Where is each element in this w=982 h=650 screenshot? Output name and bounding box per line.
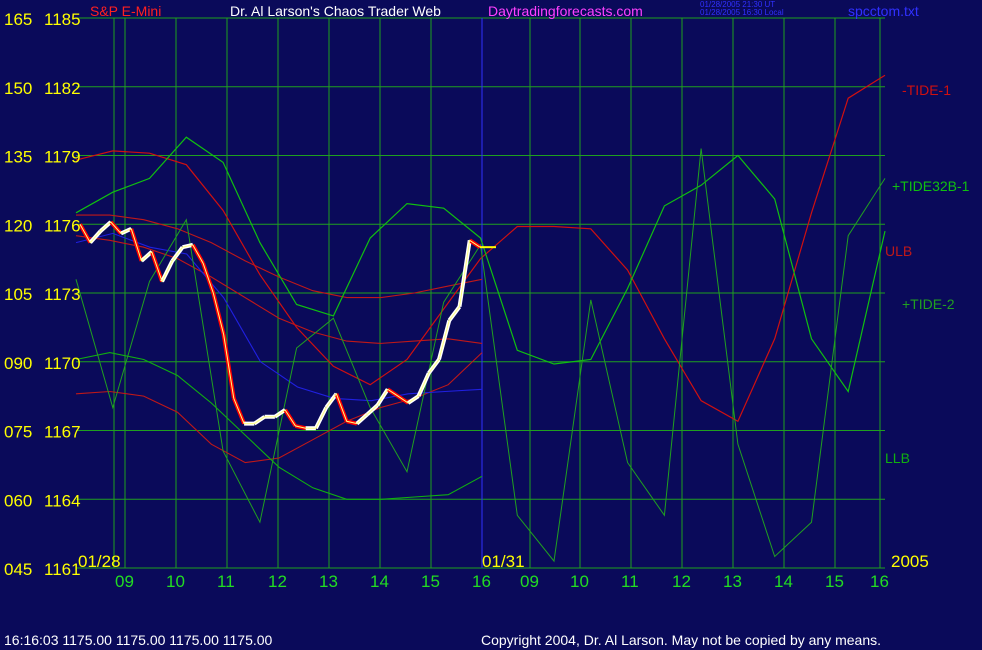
legend-label: +TIDE32B-1 xyxy=(892,178,970,194)
chart-grid xyxy=(76,17,885,569)
date-label: 01/31 xyxy=(482,552,525,571)
average-line xyxy=(75,232,483,402)
legend-label: LLB xyxy=(885,450,910,466)
date-label: 01/28 xyxy=(78,552,121,571)
y-label-left: 045 xyxy=(4,560,32,579)
x-hour-label: 12 xyxy=(268,572,287,591)
x-hour-label: 13 xyxy=(723,572,742,591)
y-label-left: 120 xyxy=(4,216,32,235)
tide-lines xyxy=(75,74,886,563)
y-label-left: 150 xyxy=(4,79,32,98)
x-hour-label: 16 xyxy=(870,572,889,591)
x-axis-labels: 09 10 11 12 13 14 15 16 09 10 11 12 13 14 15 16 01/28 01/… xyxy=(78,552,929,591)
x-hour-label: 09 xyxy=(115,572,134,591)
price-line xyxy=(78,220,496,431)
y-label-right: 1185 xyxy=(44,10,81,29)
y-label-left: 090 xyxy=(4,354,32,373)
band-lines xyxy=(75,214,483,500)
x-hour-label: 12 xyxy=(672,572,691,591)
time-local: 01/28/2005 16:30 Local xyxy=(700,8,784,17)
x-hour-label: 16 xyxy=(472,572,491,591)
instrument-label: S&P E-Mini xyxy=(90,3,162,19)
y-label-right: 1170 xyxy=(44,354,81,373)
ulb-line xyxy=(76,214,483,299)
x-hour-label: 10 xyxy=(570,572,589,591)
y-label-left: 135 xyxy=(4,148,32,167)
y-label-right: 1167 xyxy=(44,423,81,442)
page-title: Dr. Al Larson's Chaos Trader Web xyxy=(230,3,441,19)
y-label-right: 1182 xyxy=(44,79,81,98)
x-hour-label: 15 xyxy=(421,572,440,591)
x-hour-label: 11 xyxy=(621,572,639,591)
series-legend: -TIDE-1 +TIDE32B-1 ULB +TIDE-2 LLB xyxy=(885,82,970,466)
copyright: Copyright 2004, Dr. Al Larson. May not b… xyxy=(481,632,882,648)
y-label-right: 1179 xyxy=(44,148,81,167)
date-label: 2005 xyxy=(891,552,929,571)
y-label-left: 075 xyxy=(4,423,32,442)
legend-label: +TIDE-2 xyxy=(902,296,955,312)
x-hour-label: 10 xyxy=(166,572,185,591)
x-hour-label: 11 xyxy=(217,572,235,591)
y-label-left: 105 xyxy=(4,285,32,304)
x-hour-label: 09 xyxy=(520,572,539,591)
x-hour-label: 15 xyxy=(825,572,844,591)
site-link[interactable]: Daytradingforecasts.com xyxy=(488,3,643,19)
file-name: spcctom.txt xyxy=(848,3,919,19)
y-label-right: 1161 xyxy=(44,560,81,579)
y-label-right: 1164 xyxy=(44,491,81,510)
y-axis-labels: 165 1185 150 1182 135 1179 120 1176 105 1173 090 11… xyxy=(4,10,81,579)
x-hour-label: 14 xyxy=(370,572,389,591)
chart-canvas: 165 1185 150 1182 135 1179 120 1176 105 1173 090 11… xyxy=(4,10,970,591)
y-label-left: 165 xyxy=(4,10,32,29)
x-hour-label: 14 xyxy=(774,572,793,591)
y-label-right: 1173 xyxy=(44,285,81,304)
legend-label: -TIDE-1 xyxy=(902,82,951,98)
x-hour-label: 13 xyxy=(319,572,338,591)
quote-readout: 16:16:03 1175.00 1175.00 1175.00 1175.00 xyxy=(4,632,273,648)
legend-label: ULB xyxy=(885,243,912,259)
y-label-right: 1176 xyxy=(44,216,81,235)
y-label-left: 060 xyxy=(4,491,32,510)
